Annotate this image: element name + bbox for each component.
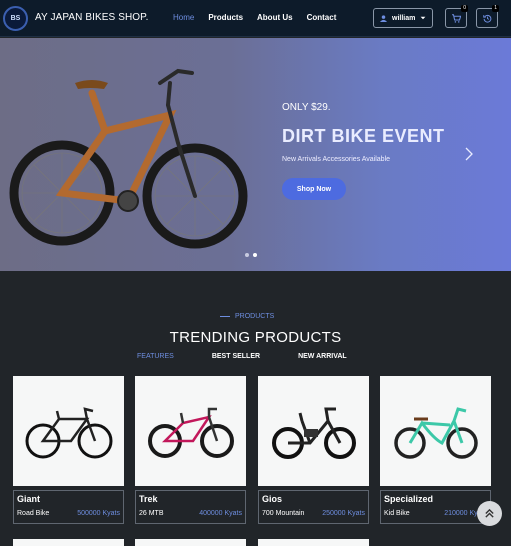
tab-features[interactable]: FEATURES: [137, 353, 174, 360]
product-info: Trek 26 MTB 400000 Kyats: [135, 490, 246, 524]
section-title: TRENDING PRODUCTS: [169, 329, 342, 346]
shop-now-button[interactable]: Shop Now: [282, 178, 346, 200]
tab-new-arrival[interactable]: NEW ARRIVAL: [298, 353, 347, 360]
user-icon: [380, 14, 387, 22]
product-type: 700 Mountain: [262, 510, 305, 517]
nav-link-about[interactable]: About Us: [257, 13, 293, 22]
nav-link-products[interactable]: Products: [208, 13, 243, 22]
hero-price: ONLY $29.: [282, 102, 331, 113]
hero-bike-image: [9, 68, 248, 249]
tab-best-seller[interactable]: BEST SELLER: [212, 353, 260, 360]
nav-link-home[interactable]: Home: [173, 13, 194, 22]
history-count-badge: 1: [492, 5, 499, 12]
product-card-partial[interactable]: [13, 539, 124, 546]
ebike-image: [271, 407, 356, 459]
product-price: 500000 Kyats: [77, 510, 120, 517]
hero-carousel: ONLY $29. DIRT BIKE EVENT New Arrivals A…: [0, 38, 511, 271]
history-icon: [482, 14, 491, 23]
brand-name[interactable]: AY JAPAN BIKES SHOP.: [35, 12, 149, 23]
product-card[interactable]: Trek 26 MTB 400000 Kyats: [135, 376, 246, 524]
nav-links: Home Products About Us Contact: [173, 13, 350, 22]
product-price: 400000 Kyats: [199, 510, 242, 517]
product-name[interactable]: Specialized: [384, 494, 487, 504]
carousel-dot-1[interactable]: [245, 253, 249, 257]
product-name[interactable]: Trek: [139, 494, 242, 504]
product-type: Road Bike: [17, 510, 50, 517]
product-price: 250000 Kyats: [322, 510, 365, 517]
carousel-dot-2[interactable]: [253, 253, 257, 257]
product-card[interactable]: Specialized Kid Bike 210000 Kyats: [380, 376, 491, 524]
product-name[interactable]: Gios: [262, 494, 365, 504]
mtb-bike-image: [147, 407, 234, 458]
hero-subtitle: New Arrivals Accessories Available: [282, 156, 391, 163]
product-info: Gios 700 Mountain 250000 Kyats: [258, 490, 369, 524]
next-slide-icon[interactable]: [463, 146, 475, 162]
product-card-partial[interactable]: [258, 539, 369, 546]
product-type: Kid Bike: [384, 510, 410, 517]
top-navbar: BS AY JAPAN BIKES SHOP. Home Products Ab…: [0, 0, 511, 37]
history-button[interactable]: 1: [476, 5, 499, 28]
cart-icon: [451, 13, 461, 23]
nav-link-contact[interactable]: Contact: [307, 13, 337, 22]
product-info: Giant Road Bike 500000 Kyats: [13, 490, 124, 524]
section-tag: PRODUCTS: [220, 313, 274, 320]
scroll-to-top-button[interactable]: [477, 501, 502, 526]
caret-down-icon: [420, 16, 426, 20]
product-tabs: FEATURES BEST SELLER NEW ARRIVAL: [137, 353, 385, 360]
cruiser-bike-image: [393, 407, 478, 459]
product-card[interactable]: Giant Road Bike 500000 Kyats: [13, 376, 124, 524]
double-chevron-up-icon: [485, 508, 494, 518]
cart-count-badge: 0: [461, 5, 468, 12]
product-type: 26 MTB: [139, 510, 164, 517]
product-image[interactable]: [380, 376, 491, 486]
road-bike-image: [25, 407, 112, 459]
hero-title: DIRT BIKE EVENT: [282, 126, 445, 146]
product-info: Specialized Kid Bike 210000 Kyats: [380, 490, 491, 524]
user-menu-button[interactable]: william: [373, 8, 433, 28]
product-image[interactable]: [258, 376, 369, 486]
product-card-partial[interactable]: [135, 539, 246, 546]
cart-button[interactable]: 0: [445, 5, 468, 28]
product-name[interactable]: Giant: [17, 494, 120, 504]
product-card[interactable]: Gios 700 Mountain 250000 Kyats: [258, 376, 369, 524]
shop-logo[interactable]: BS: [3, 6, 28, 31]
section-tag-label: PRODUCTS: [235, 313, 275, 320]
product-image[interactable]: [135, 376, 246, 486]
carousel-dots: [245, 253, 257, 257]
product-image[interactable]: [13, 376, 124, 486]
user-name: william: [392, 14, 416, 22]
tag-line: [220, 316, 230, 317]
